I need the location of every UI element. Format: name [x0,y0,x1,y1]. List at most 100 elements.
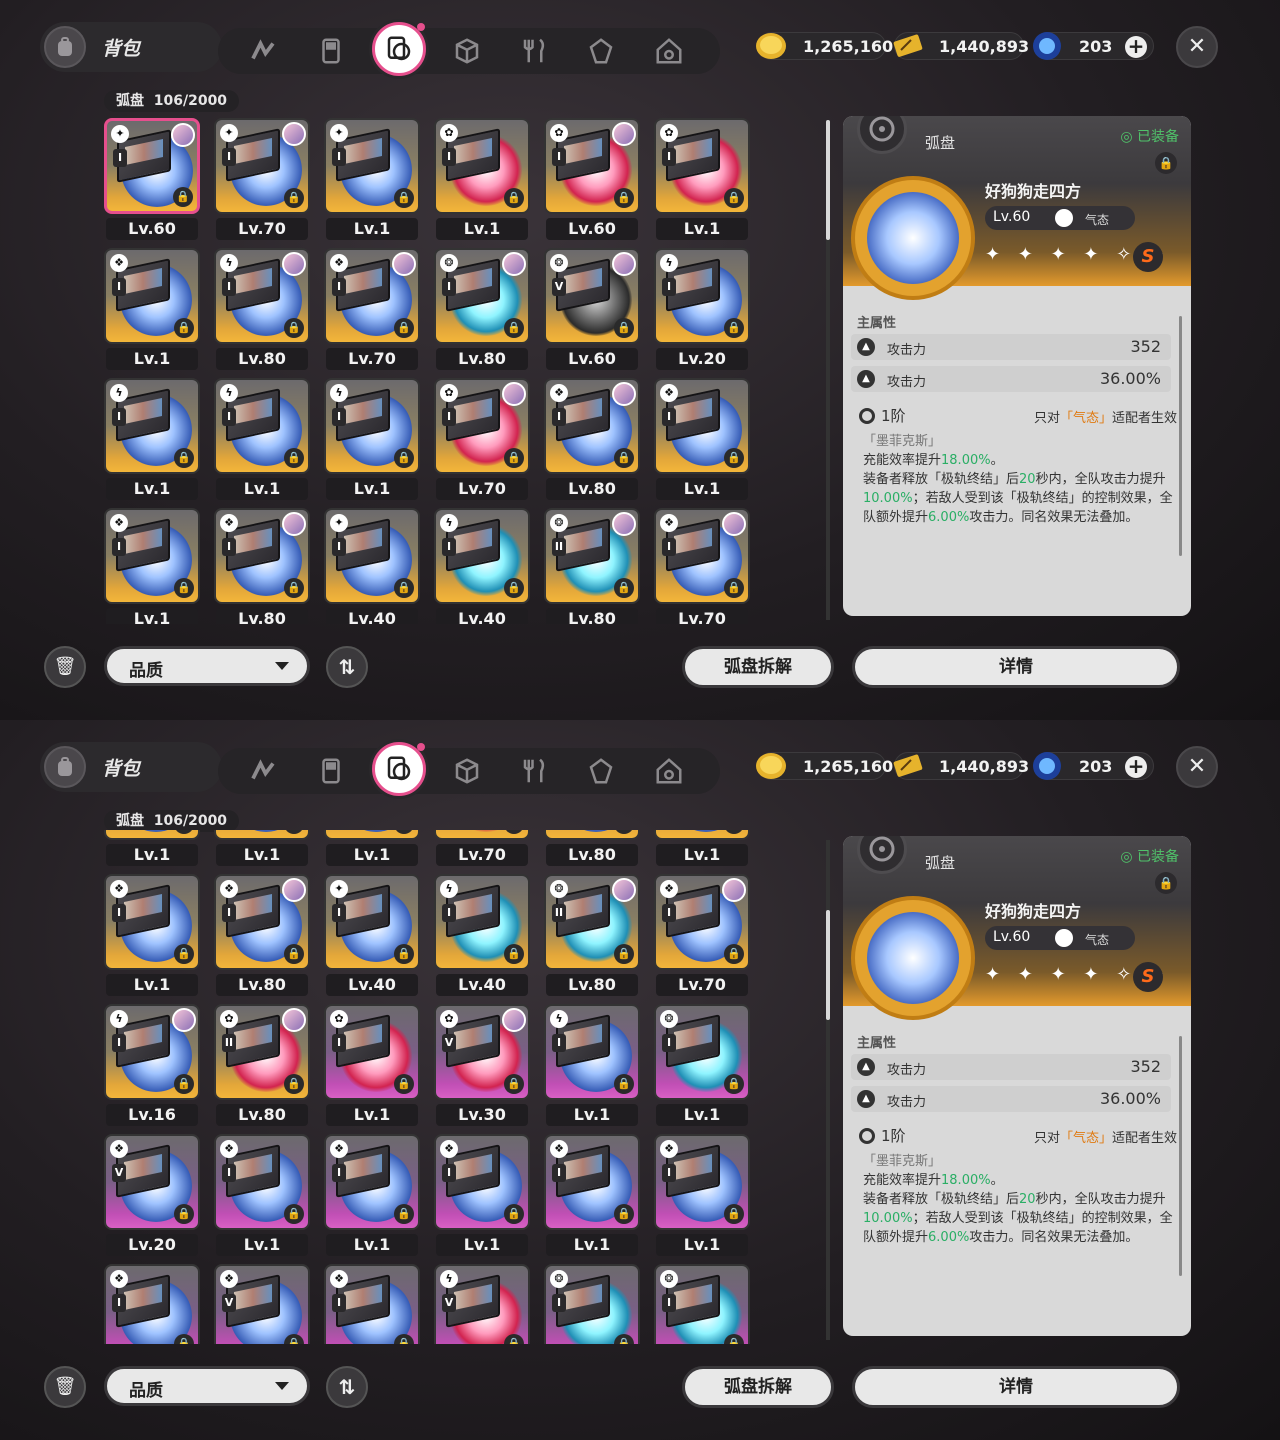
tab-material[interactable] [584,34,618,68]
disc-card[interactable]: ✦ I 🔒 Lv.1 [324,118,420,244]
tab-box[interactable] [450,754,484,788]
disc-card[interactable]: ❖ V 🔒 Lv.20 [104,1134,200,1260]
tab-food[interactable] [518,754,552,788]
disc-card[interactable]: ϟ I 🔒 Lv.20 [654,248,750,374]
close-button[interactable]: ✕ [1176,746,1218,788]
disc-card[interactable]: ❂ I 🔒 [654,1264,750,1344]
disc-card[interactable]: ✿I🔒Lv.70 [434,378,530,504]
disc-card[interactable]: ✿ V 🔒 Lv.30 [434,1004,530,1130]
disc-card[interactable]: ❖ I 🔒 Lv.70 [654,508,750,624]
tab-device[interactable] [314,754,348,788]
attribute-icon: ✦ [111,125,129,143]
currency-polychrome[interactable]: 203 + [1033,32,1154,60]
disc-card[interactable]: ✦ I 🔒 Lv.40 [324,508,420,624]
disc-card[interactable]: ❂ V 🔒 Lv.60 [544,248,640,374]
disc-card[interactable]: ❖I🔒Lv.80 [544,830,640,870]
tab-disc[interactable] [372,22,426,76]
dismantle-button[interactable]: 弧盘拆解 [682,1366,834,1408]
disc-card[interactable]: ✿ I 🔒 Lv.60 [544,118,640,244]
disc-card[interactable]: ϟI🔒Lv.1 [104,830,200,870]
disc-card[interactable]: ❖I🔒Lv.1 [654,830,750,870]
disc-card[interactable]: ❖I🔒Lv.80 [214,874,310,1000]
rank-label: I [112,1034,126,1052]
disc-card[interactable]: ✿ I 🔒 Lv.1 [654,118,750,244]
lock-icon: 🔒 [174,944,194,964]
disc-card[interactable]: ϟ I 🔒 Lv.40 [434,874,530,1000]
attribute-icon: ϟ [660,254,678,272]
disc-card[interactable]: ❖ V 🔒 [214,1264,310,1344]
disc-card[interactable]: ❖ I 🔒 [324,1264,420,1344]
lock-icon: 🔒 [504,830,524,834]
disc-card[interactable]: ϟ V 🔒 [434,1264,530,1344]
disc-card[interactable]: ❖I🔒Lv.1 [654,1134,750,1260]
disc-card[interactable]: ❂ I 🔒 Lv.1 [654,1004,750,1130]
disc-card[interactable]: ✿ I 🔒 Lv.1 [434,118,530,244]
backpack-header[interactable]: 背包 [40,742,222,792]
disc-card[interactable]: ϟI🔒Lv.1 [324,378,420,504]
dismantle-button[interactable]: 弧盘拆解 [682,646,834,688]
disc-card[interactable]: ϟI🔒Lv.1 [324,830,420,870]
currency-polychrome[interactable]: 203 + [1033,752,1154,780]
backpack-header[interactable]: 背包 [40,22,222,72]
disc-card[interactable]: ❖I🔒Lv.1 [104,508,200,624]
disc-card[interactable]: ϟ I 🔒 Lv.80 [214,248,310,374]
attribute-icon: ❖ [660,384,678,402]
rank-label: I [442,148,456,166]
disc-card[interactable]: ❂ I 🔒 [544,1264,640,1344]
disc-card[interactable]: ❂ II 🔒 Lv.80 [544,874,640,1000]
tab-device[interactable] [314,34,348,68]
disc-card[interactable]: ✦ I 🔒 Lv.70 [214,118,310,244]
disc-card[interactable]: ❖I🔒Lv.80 [214,508,310,624]
tab-agent[interactable] [246,754,280,788]
disc-card[interactable]: ✦ I 🔒 Lv.40 [324,874,420,1000]
detail-scrollbar[interactable] [1179,1036,1182,1276]
lock-toggle-icon[interactable]: 🔒 [1155,152,1177,174]
disc-card[interactable]: ❖I🔒Lv.1 [324,1134,420,1260]
discard-button[interactable]: 🗑 [44,646,86,688]
disc-card[interactable]: ❖ I 🔒 Lv.70 [654,874,750,1000]
tab-material[interactable] [584,754,618,788]
tab-agent[interactable] [246,34,280,68]
grid-scroll-thumb[interactable] [826,120,830,240]
tab-home[interactable] [652,34,686,68]
disc-card[interactable]: ✦ I 🔒 Lv.60 [104,118,200,244]
disc-card[interactable]: ❖I🔒Lv.1 [214,1134,310,1260]
disc-card[interactable]: ❂ I 🔒 Lv.80 [434,248,530,374]
disc-card[interactable]: ✿I🔒Lv.70 [434,830,530,870]
disc-card[interactable]: ϟ I 🔒 Lv.16 [104,1004,200,1130]
disc-card[interactable]: ❖I🔒Lv.1 [544,1134,640,1260]
tab-food[interactable] [518,34,552,68]
disc-card[interactable]: ϟI🔒Lv.1 [104,378,200,504]
detail-scrollbar[interactable] [1179,316,1182,556]
disc-card[interactable]: ❖I🔒Lv.1 [434,1134,530,1260]
sort-select[interactable]: 品质 [104,1366,310,1406]
disc-card[interactable]: ❖I🔒Lv.80 [544,378,640,504]
disc-card[interactable]: ϟI🔒Lv.1 [544,1004,640,1130]
add-currency-button[interactable]: + [1125,36,1147,58]
disc-card[interactable]: ϟI🔒Lv.1 [214,830,310,870]
disc-card[interactable]: ϟ I 🔒 Lv.40 [434,508,530,624]
disc-card[interactable]: ✿ I 🔒 Lv.1 [324,1004,420,1130]
disc-card[interactable]: ❖ I 🔒 [104,1264,200,1344]
disc-card[interactable]: ❖I🔒Lv.1 [654,378,750,504]
disc-card[interactable]: ✿ II 🔒 Lv.80 [214,1004,310,1130]
discard-button[interactable]: 🗑 [44,1366,86,1408]
disc-card[interactable]: ❂ II 🔒 Lv.80 [544,508,640,624]
grid-scroll-thumb[interactable] [826,910,830,1020]
sort-order-button[interactable]: ⇅ [326,1366,368,1408]
disc-card[interactable]: ❖I🔒Lv.1 [104,248,200,374]
details-button[interactable]: 详情 [852,646,1180,688]
lock-toggle-icon[interactable]: 🔒 [1155,872,1177,894]
details-button[interactable]: 详情 [852,1366,1180,1408]
add-currency-button[interactable]: + [1125,756,1147,778]
sort-select[interactable]: 品质 [104,646,310,686]
disc-attribute: 气态 [1085,933,1110,947]
tab-disc[interactable] [372,742,426,796]
tab-box[interactable] [450,34,484,68]
disc-card[interactable]: ϟI🔒Lv.1 [214,378,310,504]
sort-order-button[interactable]: ⇅ [326,646,368,688]
tab-home[interactable] [652,754,686,788]
disc-card[interactable]: ❖I🔒Lv.1 [104,874,200,1000]
disc-card[interactable]: ❖ I 🔒 Lv.70 [324,248,420,374]
close-button[interactable]: ✕ [1176,26,1218,68]
